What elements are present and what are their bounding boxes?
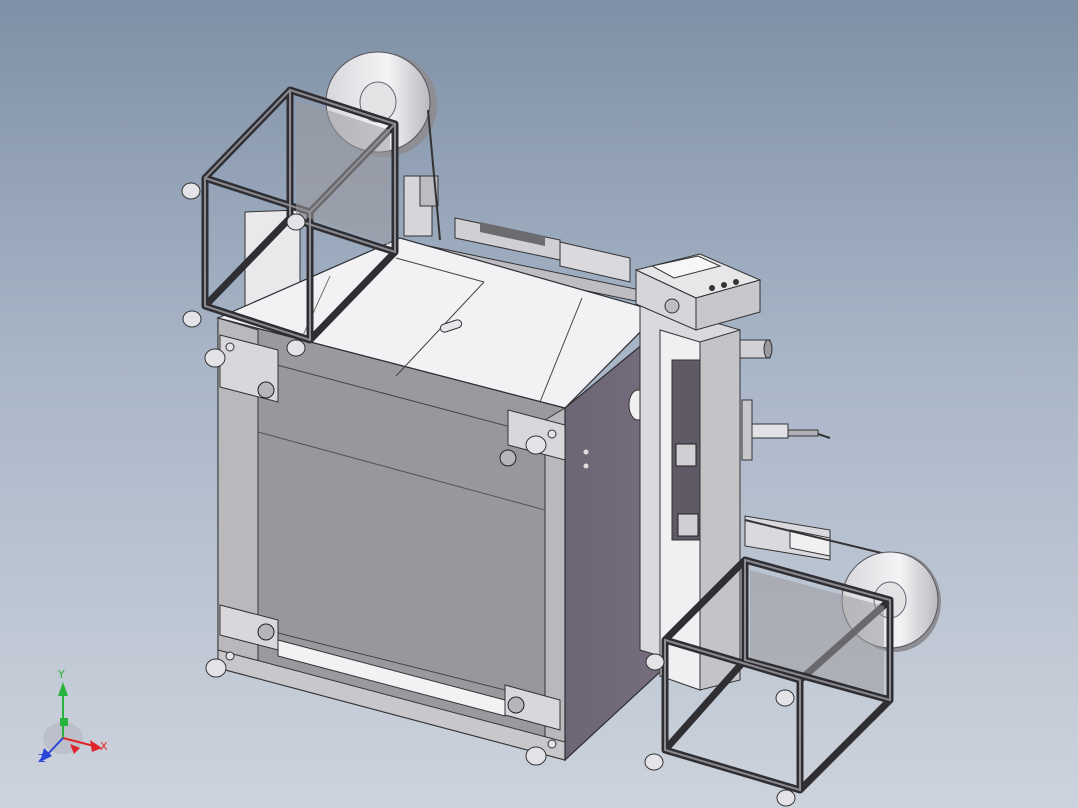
machine-assembly-model[interactable]: [0, 0, 1078, 808]
cad-viewport[interactable]: Y X Z: [0, 0, 1078, 808]
side-actuators: [739, 339, 831, 461]
x-axis-label: X: [100, 740, 108, 753]
control-column: [639, 299, 741, 691]
y-axis-label: Y: [58, 668, 65, 681]
emergency-knob[interactable]: [664, 298, 680, 314]
orientation-triad[interactable]: Y X Z: [30, 660, 120, 770]
z-axis-label: Z: [38, 752, 46, 765]
lower-feed-unit[interactable]: [744, 515, 891, 561]
